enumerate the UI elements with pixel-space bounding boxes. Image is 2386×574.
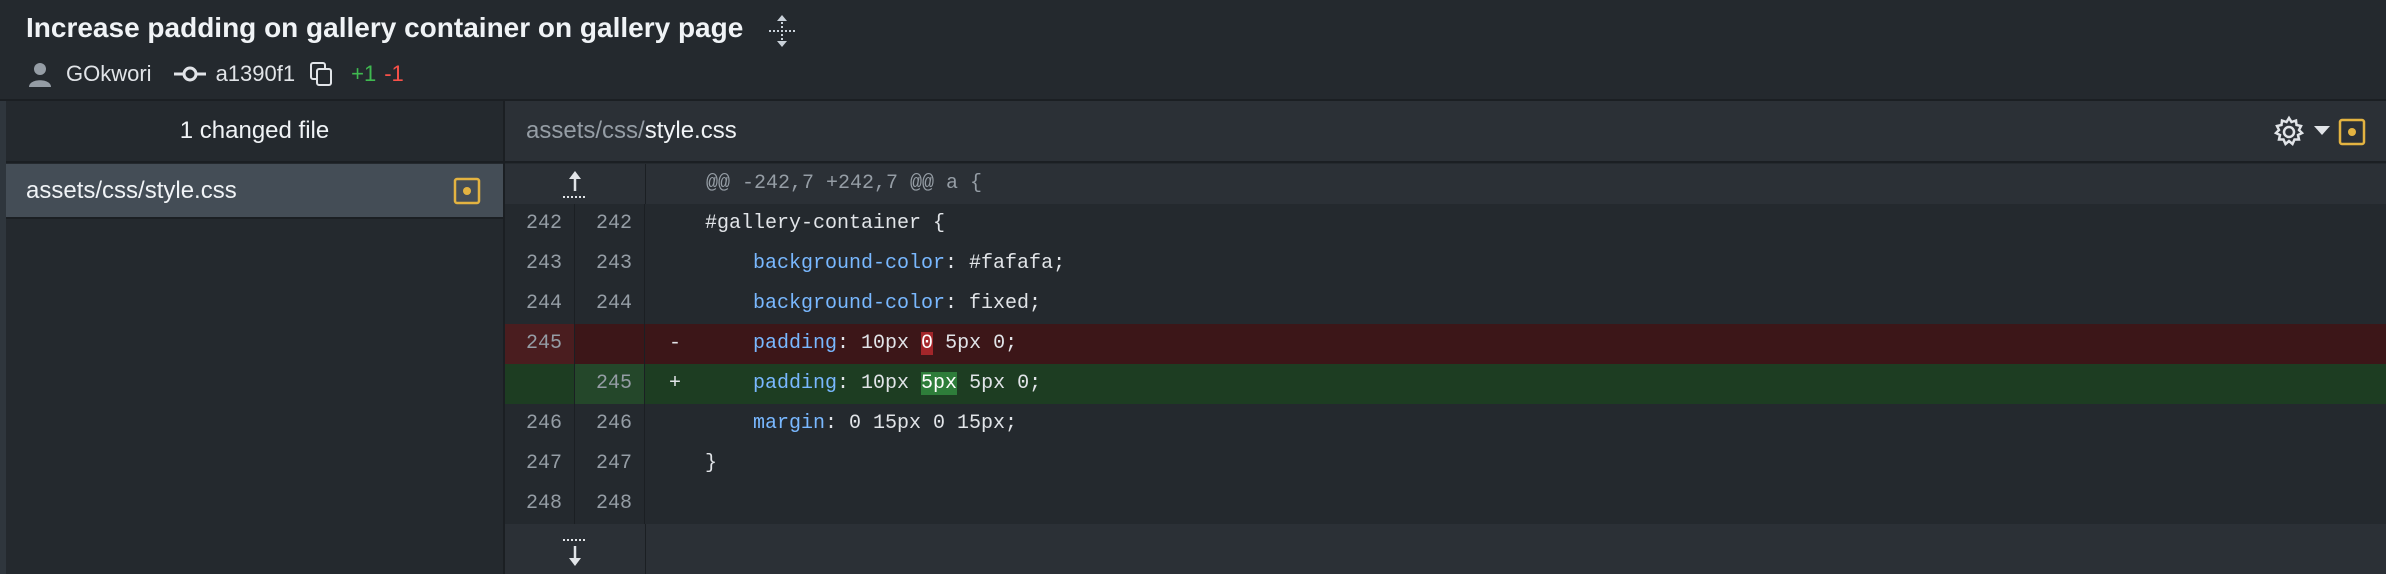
old-line-number: 244 xyxy=(505,284,575,324)
css-property: padding xyxy=(753,372,838,395)
diff-line-deleted: 245 - padding: 10px 0 5px 0; xyxy=(505,324,2386,364)
changed-files-count: 1 changed file xyxy=(6,101,503,163)
new-line-number xyxy=(575,324,645,364)
old-line-number: 246 xyxy=(505,404,575,444)
diff-pane: assets/css/ style.css @@ -242,7 +242,7 @… xyxy=(505,101,2386,574)
new-line-number: 246 xyxy=(575,404,645,444)
old-line-number: 247 xyxy=(505,444,575,484)
css-value-before: : 10px xyxy=(837,372,922,395)
old-line-number: 243 xyxy=(505,244,575,284)
new-line-number: 245 xyxy=(575,364,645,404)
old-line-number: 245 xyxy=(505,324,575,364)
expand-footer-spacer xyxy=(646,524,2386,574)
css-property: background-color xyxy=(753,292,946,315)
commit-sha: a1390f1 xyxy=(215,61,296,86)
css-property: margin xyxy=(753,412,826,435)
css-value: : fixed; xyxy=(945,292,1042,315)
diff-line: 243 243 background-color: #fafafa; xyxy=(505,244,2386,284)
copy-icon[interactable] xyxy=(309,61,333,87)
git-commit-icon xyxy=(173,66,206,82)
commit-author: GOkwori xyxy=(66,61,152,86)
changed-files-sidebar: 1 changed file assets/css/style.css xyxy=(0,101,505,574)
diff-body: @@ -242,7 +242,7 @@ a { 242 242 #gallery… xyxy=(505,164,2386,574)
deletions-count: -1 xyxy=(384,61,404,86)
old-line-number: 248 xyxy=(505,484,575,524)
commit-title: Increase padding on gallery container on… xyxy=(26,12,744,43)
code-text: #gallery-container { xyxy=(705,212,946,235)
diff-line: 244 244 background-color: fixed; xyxy=(505,284,2386,324)
diff-marker xyxy=(645,484,705,524)
diff-line: 242 242 #gallery-container { xyxy=(505,204,2386,244)
hunk-header-row: @@ -242,7 +242,7 @@ a { xyxy=(505,164,2386,204)
removed-token: 0 xyxy=(921,332,934,355)
diff-file-dir: assets/css/ xyxy=(526,117,645,144)
old-line-number: 242 xyxy=(505,204,575,244)
commit-meta: GOkwori a1390f1 +1 -1 xyxy=(28,58,404,90)
diff-line: 248 248 xyxy=(505,484,2386,524)
added-token: 5px xyxy=(921,372,958,395)
css-value: : 0 15px 0 15px; xyxy=(825,412,1018,435)
code-text: background-color: fixed; xyxy=(705,284,2386,324)
diff-marker xyxy=(645,284,705,324)
diff-marker: - xyxy=(668,332,681,355)
code-text: margin: 0 15px 0 15px; xyxy=(705,404,2386,444)
diff-line: 246 246 margin: 0 15px 0 15px; xyxy=(505,404,2386,444)
css-property: padding xyxy=(753,332,838,355)
diff-marker xyxy=(645,244,705,284)
css-value: : #fafafa; xyxy=(945,252,1066,275)
new-line-number: 248 xyxy=(575,484,645,524)
chevron-down-icon[interactable] xyxy=(2314,126,2330,136)
file-modified-icon xyxy=(453,177,481,205)
expand-up-icon xyxy=(563,170,587,198)
expand-up-button[interactable] xyxy=(505,164,646,204)
new-line-number: 242 xyxy=(575,204,645,244)
diff-marker xyxy=(645,404,705,444)
old-line-number xyxy=(505,364,575,404)
expand-down-icon xyxy=(563,538,587,566)
new-line-number: 243 xyxy=(575,244,645,284)
diff-marker xyxy=(645,204,705,244)
code-text: padding: 10px 0 5px 0; xyxy=(705,324,2386,364)
diff-marker xyxy=(645,444,705,484)
drag-handle-icon[interactable] xyxy=(765,14,799,48)
code-text: padding: 10px 5px 5px 0; xyxy=(705,364,2386,404)
diff-line-added: 245 + padding: 10px 5px 5px 0; xyxy=(505,364,2386,404)
additions-count: +1 xyxy=(351,61,377,86)
new-line-number: 247 xyxy=(575,444,645,484)
css-value-after: 5px 0; xyxy=(933,332,1018,355)
sidebar-edge xyxy=(0,101,6,574)
expand-down-button[interactable] xyxy=(505,524,646,574)
css-value-after: 5px 0; xyxy=(957,372,1042,395)
expand-footer-row xyxy=(505,524,2386,574)
file-list-item-path: assets/css/style.css xyxy=(26,176,237,204)
css-property: background-color xyxy=(753,252,946,275)
diff-file-header: assets/css/ style.css xyxy=(505,101,2386,163)
new-line-number: 244 xyxy=(575,284,645,324)
code-text: } xyxy=(705,452,718,475)
file-list-item[interactable]: assets/css/style.css xyxy=(6,164,503,219)
commit-header: Increase padding on gallery container on… xyxy=(0,0,2386,101)
code-text: background-color: #fafafa; xyxy=(705,244,2386,284)
diff-file-name: style.css xyxy=(644,117,737,144)
diff-marker: + xyxy=(668,372,681,395)
file-modified-icon xyxy=(2338,118,2366,146)
hunk-header-text: @@ -242,7 +242,7 @@ a { xyxy=(706,172,983,195)
diff-line: 247 247 } xyxy=(505,444,2386,484)
gear-icon[interactable] xyxy=(2272,115,2306,149)
css-value-before: : 10px xyxy=(837,332,922,355)
user-avatar-icon xyxy=(29,63,51,87)
